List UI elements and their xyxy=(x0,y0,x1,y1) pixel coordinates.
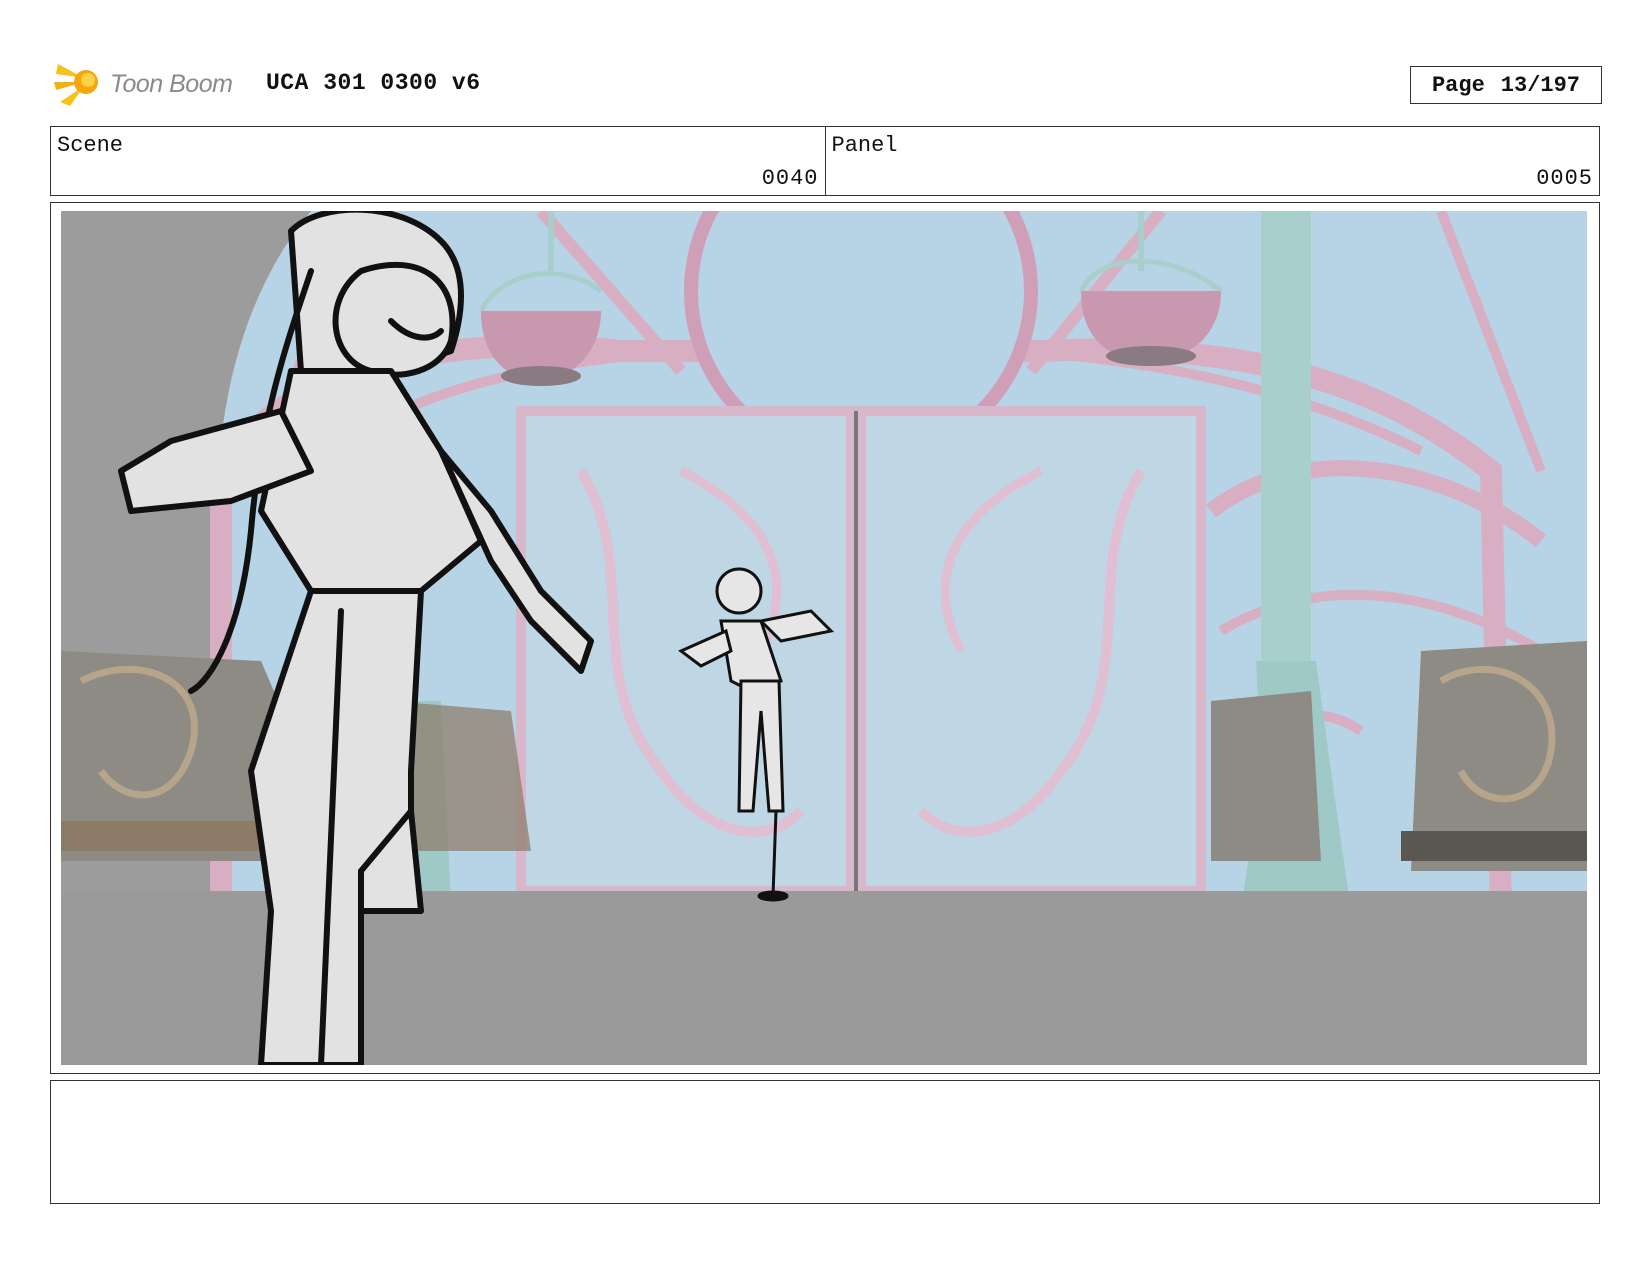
storyboard-panel xyxy=(50,202,1600,1074)
scene-label: Scene xyxy=(57,133,124,158)
storyboard-drawing xyxy=(61,211,1587,1065)
page-indicator: Page 13/197 xyxy=(1410,66,1602,104)
logo-text: Toon Boom xyxy=(110,69,233,98)
scene-cell: Scene 0040 xyxy=(51,127,825,195)
page-header: Toon Boom UCA 301 0300 v6 Page 13/197 xyxy=(52,58,1602,110)
document-title: UCA 301 0300 v6 xyxy=(266,70,481,96)
panel-cell: Panel 0005 xyxy=(824,127,1600,195)
panel-notes xyxy=(50,1080,1600,1204)
panel-number: 0005 xyxy=(1536,166,1593,191)
scene-panel-info: Scene 0040 Panel 0005 xyxy=(50,126,1600,196)
starburst-icon xyxy=(54,64,98,106)
toon-boom-logo: Toon Boom xyxy=(52,58,252,110)
page-label: Page xyxy=(1431,72,1485,98)
page-value: 13/197 xyxy=(1500,72,1581,98)
scene-number: 0040 xyxy=(761,166,819,191)
panel-label: Panel xyxy=(831,133,898,158)
